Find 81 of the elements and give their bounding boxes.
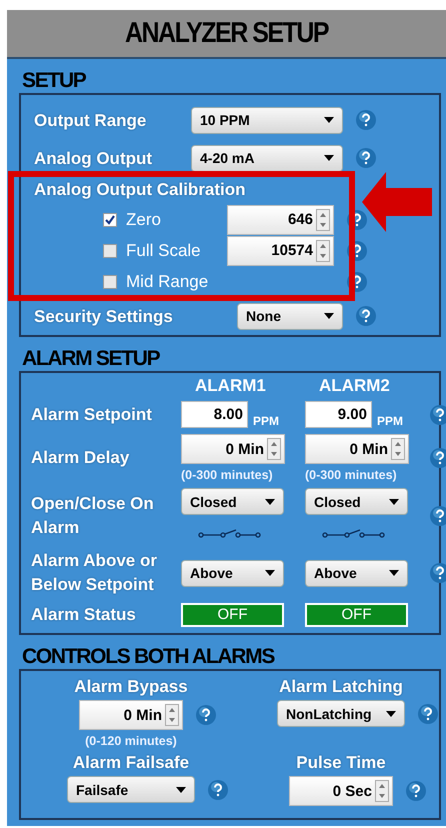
caret-icon bbox=[176, 786, 186, 792]
help-icon[interactable] bbox=[356, 110, 376, 130]
column-heading: ALARM1 bbox=[194, 377, 267, 395]
caret-icon bbox=[324, 117, 334, 123]
number-field[interactable]: 0 Min bbox=[181, 434, 285, 464]
dropdown[interactable]: Failsafe bbox=[67, 776, 195, 803]
range-hint: (0-120 minutes) bbox=[85, 734, 177, 748]
field-label: Alarm Delay bbox=[31, 447, 130, 469]
unit-label: PPM bbox=[377, 414, 404, 428]
caret-icon bbox=[265, 570, 275, 576]
arrow-icon bbox=[362, 172, 432, 232]
spinner-arrows-icon[interactable] bbox=[267, 438, 281, 460]
dropdown[interactable]: 4-20 mA bbox=[191, 144, 343, 172]
checkbox[interactable] bbox=[103, 274, 117, 288]
caret-icon bbox=[265, 498, 275, 504]
setpoint-field[interactable]: 9.00 bbox=[305, 401, 372, 428]
section-heading: ALARM SETUP bbox=[22, 347, 161, 371]
number-field[interactable]: 10574 bbox=[227, 236, 334, 266]
caret-icon bbox=[386, 710, 396, 716]
number-field[interactable]: 0 Sec bbox=[289, 776, 393, 806]
column-heading: ALARM2 bbox=[318, 377, 391, 395]
number-field[interactable]: 0 Min bbox=[79, 700, 183, 730]
field-label: Alarm Above or Below Setpoint bbox=[31, 550, 158, 596]
help-icon[interactable] bbox=[430, 404, 446, 424]
spinner-arrows-icon[interactable] bbox=[375, 780, 389, 802]
field-label: Alarm Bypass bbox=[74, 676, 188, 697]
field-label: Open/Close On Alarm bbox=[31, 492, 155, 538]
checkbox-label: Full Scale bbox=[126, 240, 202, 260]
caret-icon bbox=[324, 155, 334, 161]
help-icon[interactable] bbox=[430, 448, 446, 468]
setpoint-field[interactable]: 8.00 bbox=[181, 401, 248, 428]
help-icon[interactable] bbox=[347, 240, 367, 260]
dropdown[interactable]: 10 PPM bbox=[191, 106, 343, 134]
field-label: Analog Output Calibration bbox=[34, 179, 247, 200]
spinner-arrows-icon[interactable] bbox=[165, 704, 179, 726]
range-hint: (0-300 minutes) bbox=[305, 468, 397, 482]
dropdown[interactable]: Above bbox=[305, 560, 408, 586]
field-label: Alarm Failsafe bbox=[72, 752, 190, 773]
caret-icon bbox=[389, 498, 399, 504]
help-icon[interactable] bbox=[356, 148, 376, 168]
field-label: Alarm Setpoint bbox=[31, 404, 153, 426]
number-field[interactable]: 646 bbox=[227, 204, 334, 234]
section-heading: CONTROLS BOTH ALARMS bbox=[22, 645, 276, 669]
field-label: Security Settings bbox=[34, 306, 174, 326]
help-icon[interactable] bbox=[347, 210, 367, 230]
spinner-arrows-icon[interactable] bbox=[316, 240, 330, 262]
help-icon[interactable] bbox=[418, 704, 438, 724]
switch-icon bbox=[198, 529, 262, 539]
help-icon[interactable] bbox=[406, 781, 426, 801]
checkbox[interactable] bbox=[103, 212, 117, 226]
caret-icon bbox=[324, 313, 334, 319]
panel-title: ANALYZER SETUP bbox=[124, 16, 328, 50]
field-label: Pulse Time bbox=[296, 752, 386, 773]
dropdown[interactable]: Above bbox=[181, 560, 284, 586]
help-icon[interactable] bbox=[430, 563, 446, 583]
help-icon[interactable] bbox=[430, 506, 446, 526]
field-label: Alarm Latching bbox=[279, 676, 403, 697]
help-icon[interactable] bbox=[356, 306, 376, 326]
dropdown[interactable]: Closed bbox=[305, 488, 408, 515]
number-field[interactable]: 0 Min bbox=[305, 434, 409, 464]
unit-label: PPM bbox=[253, 414, 280, 428]
field-label: Analog Output bbox=[34, 148, 154, 168]
dropdown[interactable]: None bbox=[237, 302, 343, 330]
checkbox-label: Zero bbox=[126, 210, 162, 230]
spinner-arrows-icon[interactable] bbox=[391, 438, 405, 460]
status-indicator: OFF bbox=[305, 603, 408, 627]
help-icon[interactable] bbox=[208, 780, 228, 800]
dropdown[interactable]: Closed bbox=[181, 488, 284, 515]
field-label: Alarm Status bbox=[31, 604, 137, 626]
switch-icon bbox=[322, 529, 386, 539]
checkbox[interactable] bbox=[103, 244, 117, 258]
help-icon[interactable] bbox=[347, 272, 367, 292]
status-indicator: OFF bbox=[181, 603, 284, 627]
spinner-arrows-icon[interactable] bbox=[316, 208, 330, 230]
section-heading: SETUP bbox=[22, 69, 87, 93]
checkbox-label: Mid Range bbox=[126, 272, 210, 292]
range-hint: (0-300 minutes) bbox=[181, 468, 273, 482]
help-icon[interactable] bbox=[196, 705, 216, 725]
field-label: Output Range bbox=[34, 110, 148, 130]
dropdown[interactable]: NonLatching bbox=[277, 700, 405, 727]
caret-icon bbox=[389, 570, 399, 576]
